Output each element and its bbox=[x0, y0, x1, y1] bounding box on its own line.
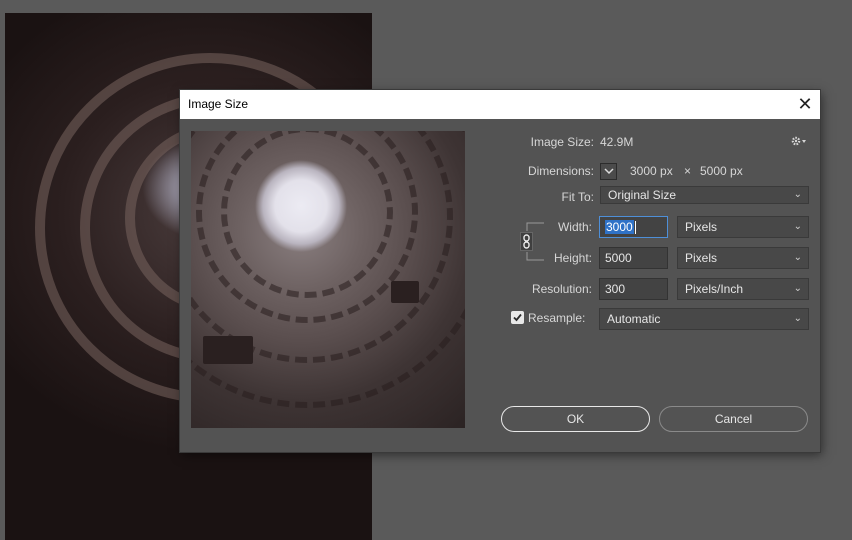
gear-icon[interactable] bbox=[791, 135, 807, 150]
fit-to-select[interactable]: Original Size ⌄ bbox=[600, 186, 809, 204]
resample-select[interactable]: Automatic ⌄ bbox=[599, 308, 809, 330]
resolution-value: 300 bbox=[605, 282, 626, 296]
height-value: 5000 bbox=[605, 251, 632, 265]
chevron-down-icon: ⌄ bbox=[793, 283, 802, 294]
width-unit-value: Pixels bbox=[685, 220, 718, 234]
resolution-unit-value: Pixels/Inch bbox=[685, 282, 744, 296]
resample-checkbox[interactable] bbox=[511, 311, 524, 324]
dimensions-label: Dimensions: bbox=[527, 164, 594, 178]
chevron-down-icon: ⌄ bbox=[793, 252, 802, 263]
height-unit-value: Pixels bbox=[685, 251, 718, 265]
fit-to-value: Original Size bbox=[608, 188, 677, 202]
resolution-label: Resolution: bbox=[531, 282, 592, 296]
resample-label: Resample: bbox=[528, 311, 586, 325]
ok-button[interactable]: OK bbox=[501, 406, 650, 432]
dimensions-times: × bbox=[684, 164, 692, 178]
width-unit-select[interactable]: Pixels ⌄ bbox=[677, 216, 809, 238]
cancel-button[interactable]: Cancel bbox=[659, 406, 808, 432]
link-icon[interactable] bbox=[520, 232, 533, 251]
width-label: Width: bbox=[557, 220, 592, 234]
chevron-down-icon: ⌄ bbox=[793, 189, 802, 200]
resolution-input[interactable]: 300 bbox=[599, 278, 668, 300]
fit-to-label: Fit To: bbox=[561, 190, 594, 204]
resolution-unit-select[interactable]: Pixels/Inch ⌄ bbox=[677, 278, 809, 300]
image-preview[interactable] bbox=[191, 131, 465, 428]
height-input[interactable]: 5000 bbox=[599, 247, 668, 269]
width-input[interactable]: 3000 bbox=[599, 216, 668, 238]
image-size-label: Image Size: bbox=[530, 135, 594, 149]
height-unit-select[interactable]: Pixels ⌄ bbox=[677, 247, 809, 269]
close-icon[interactable]: ✕ bbox=[790, 90, 820, 119]
height-label: Height: bbox=[553, 251, 592, 265]
chevron-down-icon: ⌄ bbox=[793, 221, 802, 232]
image-size-dialog: Image Size ✕ Image Size: 42.9M Dimension… bbox=[180, 90, 820, 452]
dialog-titlebar: Image Size ✕ bbox=[180, 90, 820, 119]
chevron-down-icon: ⌄ bbox=[793, 313, 802, 324]
width-value: 3000 bbox=[605, 220, 634, 234]
dimensions-height-value: 5000 px bbox=[700, 164, 743, 178]
dimensions-dropdown[interactable] bbox=[600, 163, 617, 180]
resample-value: Automatic bbox=[607, 312, 661, 326]
image-size-value: 42.9M bbox=[600, 135, 634, 149]
dialog-title: Image Size bbox=[188, 97, 249, 111]
dimensions-width-value: 3000 px bbox=[630, 164, 673, 178]
